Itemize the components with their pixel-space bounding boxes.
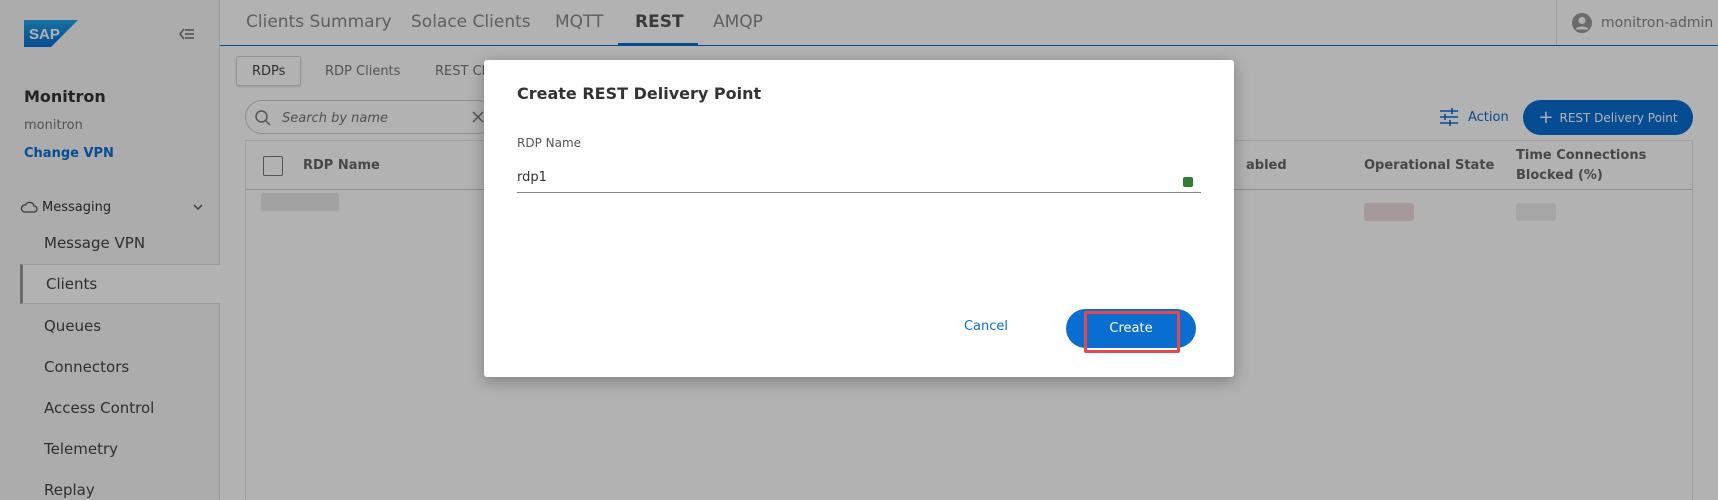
valid-indicator-icon bbox=[1183, 177, 1193, 187]
cancel-button[interactable]: Cancel bbox=[938, 309, 1034, 343]
create-rdp-dialog: Create REST Delivery Point RDP Name Canc… bbox=[484, 60, 1234, 377]
dialog-title: Create REST Delivery Point bbox=[517, 84, 762, 103]
create-button[interactable]: Create bbox=[1066, 309, 1196, 348]
rdp-name-label: RDP Name bbox=[517, 136, 582, 150]
rdp-name-input[interactable] bbox=[517, 163, 1201, 193]
